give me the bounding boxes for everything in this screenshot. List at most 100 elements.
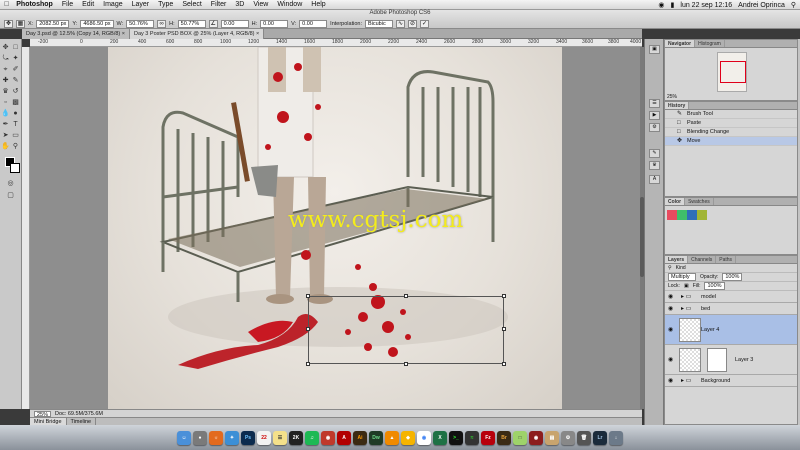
- quick-mask-icon[interactable]: ◎: [6, 179, 15, 188]
- transform-handle[interactable]: [404, 362, 408, 366]
- navigator-zoom[interactable]: 25%: [667, 94, 677, 100]
- panel-icon-character[interactable]: A: [649, 175, 660, 184]
- tab-channels[interactable]: Channels: [688, 256, 717, 263]
- transform-handle[interactable]: [306, 362, 310, 366]
- w-field[interactable]: 50.76%: [126, 19, 155, 28]
- history-item[interactable]: ✥ Move: [665, 137, 797, 146]
- path-select-icon[interactable]: ➤: [1, 131, 10, 140]
- terminal-icon[interactable]: >_: [449, 430, 463, 445]
- tab-navigator[interactable]: Navigator: [665, 40, 696, 47]
- downloads-icon[interactable]: ↓: [609, 430, 623, 445]
- history-item[interactable]: □ Blending Change: [665, 128, 797, 137]
- eyedropper-icon[interactable]: ✐: [11, 65, 20, 74]
- type-icon[interactable]: T: [11, 120, 20, 129]
- brush-icon[interactable]: ✎: [11, 76, 20, 85]
- commit-transform-icon[interactable]: ✓: [419, 19, 429, 28]
- doc-info[interactable]: Doc: 69.5M/375.6M: [55, 410, 103, 417]
- hand-icon[interactable]: ✋: [1, 142, 10, 151]
- quick-select-icon[interactable]: ✦: [11, 54, 20, 63]
- panel-icon-brush[interactable]: ✎: [649, 149, 660, 158]
- eye-icon[interactable]: ◉: [668, 303, 673, 315]
- tab-timeline[interactable]: Timeline: [67, 418, 97, 425]
- swatch[interactable]: [667, 210, 677, 220]
- swatch[interactable]: [687, 210, 697, 220]
- preferences-icon[interactable]: ⚙: [561, 430, 575, 445]
- cancel-transform-icon[interactable]: ⊘: [407, 19, 417, 28]
- menu-3d[interactable]: 3D: [235, 1, 244, 8]
- safari-icon[interactable]: ✦: [225, 430, 239, 445]
- transform-handle[interactable]: [502, 362, 506, 366]
- clock[interactable]: lun 22 sep 12:16: [680, 2, 732, 9]
- menu-file[interactable]: File: [62, 1, 73, 8]
- transform-handle[interactable]: [404, 294, 408, 298]
- dreamweaver-icon[interactable]: Dw: [369, 430, 383, 445]
- layer-mask-thumbnail[interactable]: [707, 348, 727, 372]
- panel-icon-properties[interactable]: ⚙: [649, 123, 660, 132]
- menu-layer[interactable]: Layer: [132, 1, 150, 8]
- warp-icon[interactable]: ∿: [395, 19, 405, 28]
- acrobat-icon[interactable]: A: [337, 430, 351, 445]
- crop-icon[interactable]: ⌖: [1, 65, 10, 74]
- fill-field[interactable]: 100%: [704, 282, 725, 290]
- pen-icon[interactable]: ✒: [1, 120, 10, 129]
- layer-group-bed[interactable]: ◉ ▸ ▭ bed: [665, 303, 797, 315]
- x-field[interactable]: 2082.50 px: [36, 19, 70, 28]
- bridge-icon[interactable]: Br: [497, 430, 511, 445]
- layer-row-layer-3[interactable]: ◉ Layer 3: [665, 345, 797, 375]
- tab-layers[interactable]: Layers: [665, 256, 689, 263]
- transform-handle[interactable]: [306, 294, 310, 298]
- zoom-icon[interactable]: ⚲: [11, 142, 20, 151]
- launchpad-icon[interactable]: ●: [193, 430, 207, 445]
- sketch-icon[interactable]: ◆: [401, 430, 415, 445]
- stamp-icon[interactable]: ♛: [1, 87, 10, 96]
- stickies-icon[interactable]: □: [513, 430, 527, 445]
- eye-icon[interactable]: ◉: [668, 291, 673, 303]
- trash-icon[interactable]: 🗑: [577, 430, 591, 445]
- apple-icon[interactable]: : [4, 1, 9, 8]
- history-item[interactable]: ✎ Brush Tool: [665, 110, 797, 119]
- wifi-icon[interactable]: ◉: [658, 1, 664, 9]
- lock-icon[interactable]: ▣: [684, 282, 689, 291]
- layer-group-background[interactable]: ◉ ▸ ▭ Background: [665, 375, 797, 387]
- swatch[interactable]: [697, 210, 707, 220]
- tab-swatches[interactable]: Swatches: [685, 198, 714, 205]
- menu-view[interactable]: View: [253, 1, 268, 8]
- spotify-icon[interactable]: ♫: [305, 430, 319, 445]
- healing-icon[interactable]: ✚: [1, 76, 10, 85]
- menu-image[interactable]: Image: [103, 1, 122, 8]
- layer-filter-kind[interactable]: Kind: [676, 264, 686, 273]
- background-color-swatch[interactable]: [10, 163, 20, 173]
- menu-filter[interactable]: Filter: [211, 1, 227, 8]
- move-icon[interactable]: ✥: [1, 43, 10, 52]
- reference-point-icon[interactable]: ▦: [16, 19, 25, 28]
- panel-icon-clone[interactable]: ♛: [649, 161, 660, 170]
- navigator-view-box[interactable]: [720, 61, 746, 83]
- lasso-icon[interactable]: ⤿: [1, 54, 10, 63]
- panel-icon-navigator[interactable]: ▣: [649, 45, 660, 54]
- capture-icon[interactable]: ◉: [321, 430, 335, 445]
- opacity-field[interactable]: 100%: [722, 273, 743, 281]
- battery-icon[interactable]: ▮: [671, 1, 675, 9]
- menu-window[interactable]: Window: [277, 1, 302, 8]
- swatch[interactable]: [677, 210, 687, 220]
- illustrator-icon[interactable]: Ai: [353, 430, 367, 445]
- tab-doc-2[interactable]: Day 3 Poster PSD BOX @ 25% (Layer 4, RGB…: [130, 29, 265, 39]
- shape-icon[interactable]: ▭: [11, 131, 20, 140]
- screen-mode-icon[interactable]: ▢: [6, 191, 15, 200]
- excel-icon[interactable]: X: [433, 430, 447, 445]
- tab-history[interactable]: History: [665, 102, 690, 109]
- vskew-field[interactable]: 0.00: [299, 19, 328, 28]
- tab-histogram[interactable]: Histogram: [695, 40, 725, 47]
- eye-icon[interactable]: ◉: [668, 315, 673, 345]
- spotlight-icon[interactable]: ⚲: [791, 1, 796, 9]
- menu-app-name[interactable]: Photoshop: [16, 1, 53, 8]
- vlc-icon[interactable]: ▲: [385, 430, 399, 445]
- 2k-icon[interactable]: 2K: [289, 430, 303, 445]
- layer-row-layer-4[interactable]: ◉ Layer 4: [665, 315, 797, 345]
- menu-help[interactable]: Help: [311, 1, 325, 8]
- eye-icon[interactable]: ◉: [668, 345, 673, 375]
- menu-type[interactable]: Type: [158, 1, 173, 8]
- history-item[interactable]: □ Paste: [665, 119, 797, 128]
- link-icon[interactable]: ∞: [157, 19, 167, 28]
- tab-color[interactable]: Color: [665, 198, 686, 205]
